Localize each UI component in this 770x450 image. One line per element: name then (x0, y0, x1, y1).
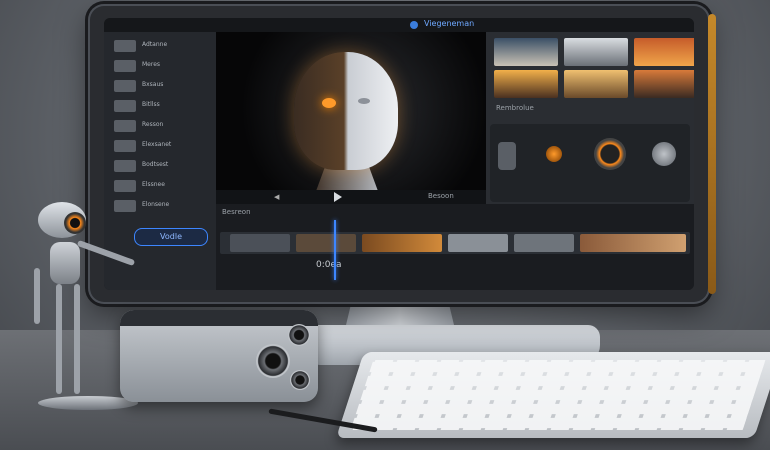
monitor-side-edge (708, 14, 716, 294)
robot-leg (56, 284, 62, 394)
sidebar-item-label: Bodtsest (142, 161, 169, 168)
play-icon[interactable] (334, 192, 342, 202)
media-panel-label: Rembrolue (496, 104, 534, 112)
timeline-panel: Besreon 0:0ea (216, 204, 694, 290)
knob-icon[interactable] (652, 142, 676, 166)
timeline-label: Besreon (222, 208, 251, 216)
webcam (120, 310, 318, 402)
media-thumbnail (114, 160, 136, 172)
dial-icon[interactable] (594, 138, 626, 170)
fader-handle[interactable] (498, 142, 516, 170)
audio-control-panel (490, 124, 690, 202)
keyboard-keys (350, 360, 766, 430)
webcam-top (120, 310, 318, 326)
eye-icon (358, 98, 370, 104)
media-thumbnail[interactable] (634, 70, 694, 98)
media-thumbnail[interactable] (494, 38, 558, 66)
timeline-clip[interactable] (230, 234, 290, 252)
media-thumbnail (114, 140, 136, 152)
preview-controls: ◀ Besoon (216, 190, 486, 204)
video-track (220, 232, 690, 254)
media-thumbnail (114, 60, 136, 72)
timeline-clip[interactable] (514, 234, 574, 252)
media-panel: Rembrolue (486, 32, 694, 204)
ai-head-illustration (294, 52, 398, 170)
media-thumbnail (114, 100, 136, 112)
media-thumbnail (114, 40, 136, 52)
timeline-clip[interactable] (580, 234, 686, 252)
app-titlebar: Viegeneman (104, 18, 694, 32)
timeline-clip[interactable] (296, 234, 356, 252)
sidebar-item-label: Elexsanet (142, 141, 172, 148)
robot-arm (76, 239, 136, 267)
media-thumbnail[interactable] (494, 70, 558, 98)
media-thumbnail (114, 80, 136, 92)
timecode: 0:0ea (316, 260, 342, 270)
media-thumbnail (114, 120, 136, 132)
sidebar-item-label: Bitllss (142, 101, 160, 108)
sidebar-item-label: Elssnee (142, 181, 165, 188)
app-logo-icon (410, 21, 418, 29)
keyboard (336, 352, 770, 438)
media-thumbnail[interactable] (634, 38, 694, 66)
camera-lens-icon (290, 370, 310, 390)
video-preview (216, 32, 486, 202)
knob-icon[interactable] (546, 146, 562, 162)
robot-base (38, 396, 138, 410)
timeline-clip[interactable] (362, 234, 442, 252)
monitor: Viegeneman Adtanne Meres Bxsaus Bitllss … (88, 4, 716, 304)
sidebar-item[interactable]: Bodtsest (114, 160, 204, 172)
sidebar-item-label: Bxsaus (142, 81, 164, 88)
camera-lens-icon (256, 344, 290, 378)
robot-body (50, 242, 80, 284)
sidebar-item[interactable]: Bxsaus (114, 80, 204, 92)
sidebar-item[interactable]: Adtanne (114, 40, 204, 52)
camera-lens-icon (288, 324, 310, 346)
timeline-clip[interactable] (448, 234, 508, 252)
sidebar-item-label: Resson (142, 121, 164, 128)
sidebar-item[interactable]: Resson (114, 120, 204, 132)
sidebar-item[interactable]: Elexsanet (114, 140, 204, 152)
playhead[interactable] (334, 220, 336, 280)
sidebar-item[interactable]: Elssnee (114, 180, 204, 192)
media-thumbnail (114, 180, 136, 192)
app-title: Viegeneman (424, 19, 475, 28)
previous-icon[interactable]: ◀ (274, 193, 279, 201)
sidebar-item[interactable]: Bitllss (114, 100, 204, 112)
sidebar-item[interactable]: Meres (114, 60, 204, 72)
media-thumbnail[interactable] (564, 70, 628, 98)
sidebar-item-label: Adtanne (142, 41, 168, 48)
media-thumbnail[interactable] (564, 38, 628, 66)
robot-eye-icon (64, 212, 86, 234)
monitor-screen: Viegeneman Adtanne Meres Bxsaus Bitllss … (104, 18, 694, 290)
robot-arm (34, 268, 40, 324)
robot-leg (74, 284, 80, 394)
sidebar-item-label: Meres (142, 61, 161, 68)
robot-head (38, 202, 86, 238)
preview-label: Besoon (428, 192, 454, 200)
glowing-eye-icon (322, 98, 336, 108)
